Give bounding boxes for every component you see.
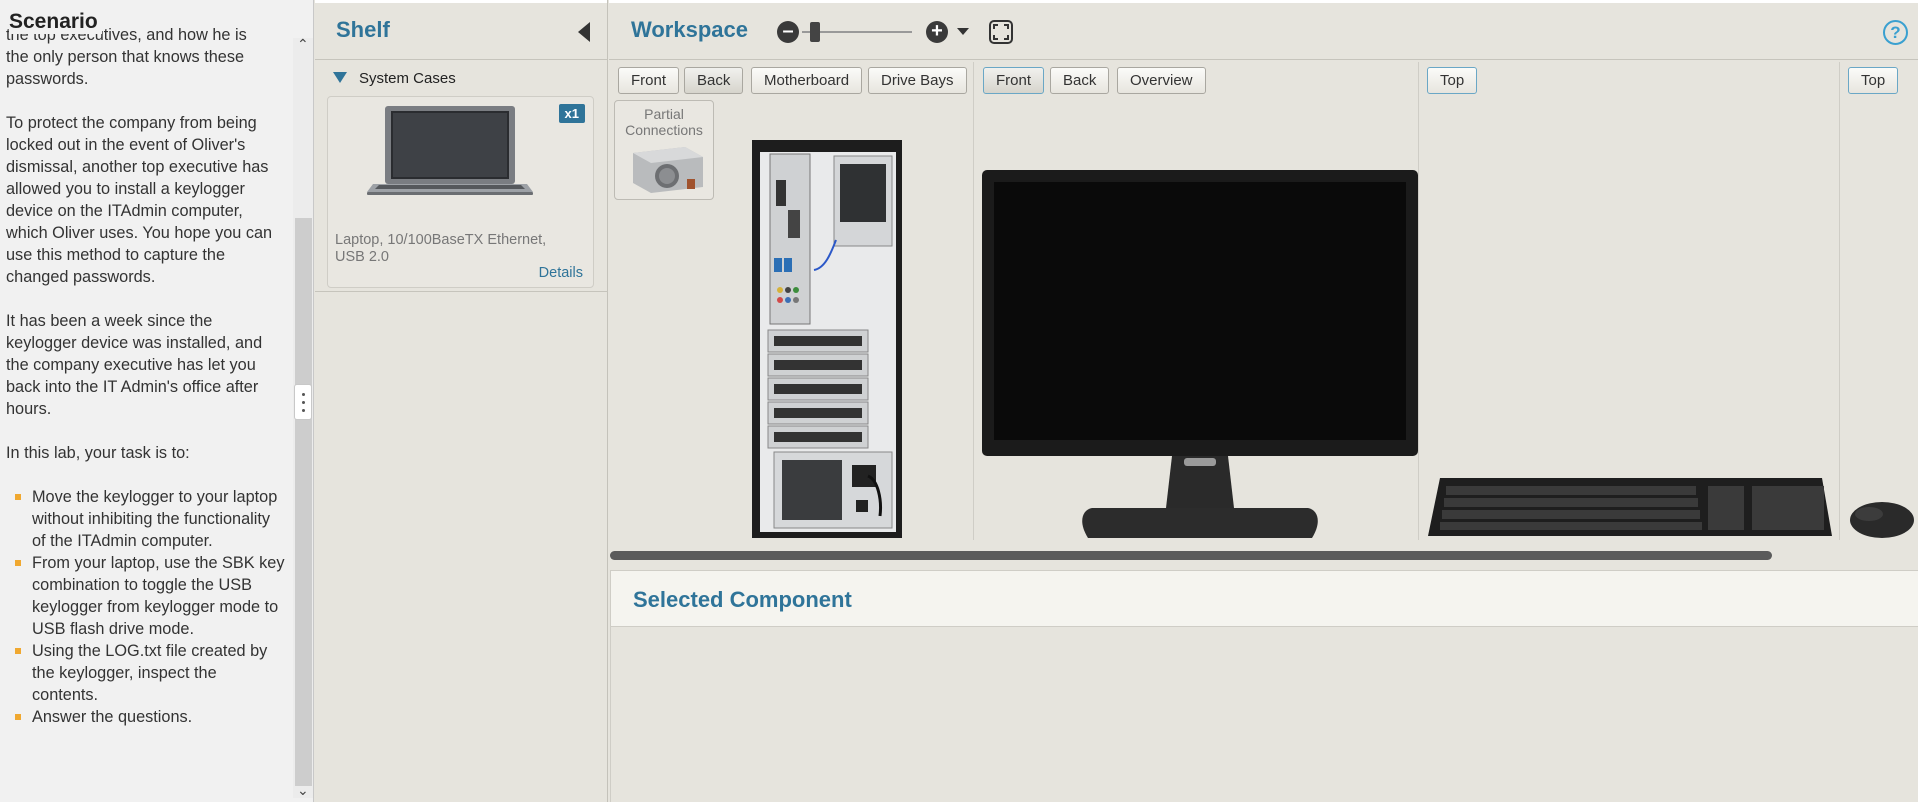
- scenario-paragraph: the only person that knows these passwor…: [6, 48, 245, 88]
- partial-connections-label: Partial Connections: [625, 106, 703, 138]
- scroll-down-icon[interactable]: ⌄: [297, 782, 309, 799]
- zoom-in-icon[interactable]: +: [926, 21, 948, 43]
- selected-component-title: Selected Component: [633, 587, 852, 612]
- scroll-up-icon[interactable]: ⌃: [297, 36, 309, 53]
- scenario-scroll-thumb[interactable]: [295, 218, 312, 786]
- zoom-slider-handle[interactable]: [810, 22, 820, 42]
- tab-computer-front[interactable]: Front: [618, 67, 680, 94]
- task-item: Move the keylogger to your laptop withou…: [6, 486, 287, 552]
- selected-component-panel: Selected Component: [610, 570, 1918, 802]
- shelf-item-name: Laptop, 10/100BaseTX Ethernet, USB 2.0: [335, 232, 547, 265]
- quantity-badge: x1: [558, 104, 585, 123]
- app-root: the top executives, and how he is the on…: [0, 0, 1918, 802]
- tab-computer-motherboard[interactable]: Motherboard: [751, 67, 863, 94]
- scenario-paragraph: In this lab, your task is to:: [6, 444, 190, 462]
- zoom-out-icon[interactable]: –: [777, 21, 799, 43]
- task-item: From your laptop, use the SBK key combin…: [6, 552, 287, 640]
- scenario-paragraph: It has been a week since the keylogger d…: [6, 312, 263, 418]
- mouse-image[interactable]: [1849, 500, 1915, 540]
- keyboard-image[interactable]: [1426, 476, 1834, 540]
- divider: [1839, 62, 1840, 540]
- fullscreen-icon[interactable]: [989, 20, 1013, 44]
- scenario-paragraph: To protect the company from being locked…: [6, 114, 273, 286]
- category-system-cases[interactable]: System Cases: [359, 70, 456, 87]
- scenario-title: Scenario: [9, 10, 102, 34]
- details-link[interactable]: Details: [539, 265, 583, 281]
- collapse-shelf-icon[interactable]: [578, 22, 590, 42]
- task-item: Using the LOG.txt file created by the ke…: [6, 640, 287, 706]
- tab-monitor-front[interactable]: Front: [983, 67, 1045, 94]
- shelf-panel: Shelf System Cases x1 Laptop, 10/100Base…: [315, 0, 608, 802]
- task-list: Move the keylogger to your laptop withou…: [6, 486, 287, 728]
- workspace-scrollbar[interactable]: [610, 551, 1772, 560]
- tab-mouse-top[interactable]: Top: [1848, 67, 1899, 94]
- tab-keyboard-top[interactable]: Top: [1427, 67, 1478, 94]
- workspace-title: Workspace: [631, 17, 748, 42]
- category-expand-icon[interactable]: [333, 72, 347, 83]
- workspace-header: [609, 0, 1918, 60]
- help-icon[interactable]: ?: [1883, 20, 1908, 45]
- monitor-image[interactable]: [982, 168, 1418, 540]
- scenario-panel: the top executives, and how he is the on…: [0, 0, 314, 802]
- divider: [315, 291, 608, 292]
- laptop-image: [367, 106, 533, 195]
- tab-computer-drive-bays[interactable]: Drive Bays: [868, 67, 967, 94]
- panel-resize-handle[interactable]: [294, 384, 312, 420]
- shelf-title: Shelf: [336, 17, 390, 42]
- tab-monitor-back[interactable]: Back: [1050, 67, 1110, 94]
- zoom-menu-chevron-down-icon[interactable]: [957, 28, 969, 35]
- shelf-item-laptop[interactable]: x1 Laptop, 10/100BaseTX Ethernet, USB 2.…: [327, 96, 594, 288]
- tab-monitor-overview[interactable]: Overview: [1117, 67, 1206, 94]
- task-item: Answer the questions.: [6, 706, 287, 728]
- power-supply-image: [633, 147, 703, 193]
- divider: [973, 62, 974, 540]
- scenario-text: the top executives, and how he is the on…: [0, 28, 293, 802]
- tab-computer-back[interactable]: Back: [684, 67, 744, 94]
- partial-connections[interactable]: Partial Connections: [614, 100, 714, 200]
- divider: [1418, 62, 1419, 540]
- computer-back-image[interactable]: [752, 140, 902, 538]
